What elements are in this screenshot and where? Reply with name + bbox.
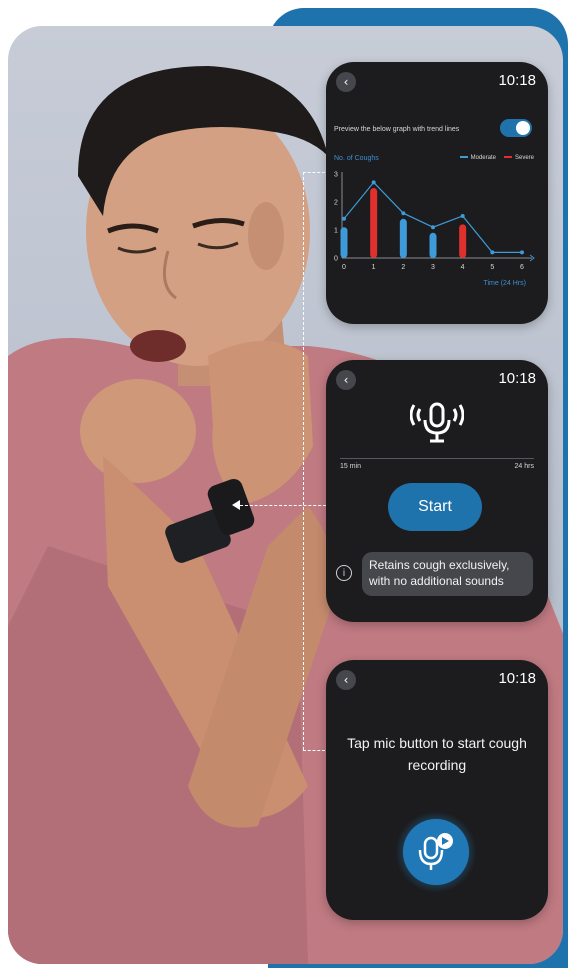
legend-severe-label: Severe xyxy=(514,155,534,161)
range-min-label: 15 min xyxy=(340,463,362,470)
y-tick-label: 1 xyxy=(334,228,338,235)
clock-time: 10:18 xyxy=(498,72,536,89)
duration-range-track[interactable] xyxy=(340,458,534,459)
legend-moderate: Moderate xyxy=(459,155,496,161)
chevron-left-icon: ‹ xyxy=(343,75,349,89)
range-max-label: 24 hrs xyxy=(514,463,534,470)
y-tick-label: 2 xyxy=(334,200,338,207)
info-icon: i xyxy=(336,565,352,581)
clock-time: 10:18 xyxy=(498,370,536,387)
trend-point xyxy=(371,180,376,185)
bar-moderate xyxy=(399,218,407,258)
x-tick-label: 2 xyxy=(401,264,405,271)
y-tick-label: 3 xyxy=(334,172,338,179)
arrow-to-watch-icon xyxy=(232,500,240,510)
connector-top xyxy=(303,172,325,173)
chevron-left-icon: ‹ xyxy=(343,373,349,387)
chart-legend: Moderate Severe xyxy=(459,155,534,161)
mic-waves-icon xyxy=(410,402,464,443)
watch-screen-start: ‹ 10:18 15 min 24 hrs Start i Retains co… xyxy=(326,360,548,622)
record-instruction: Tap mic button to start cough recording xyxy=(347,735,527,773)
back-button[interactable]: ‹ xyxy=(336,670,356,690)
legend-severe: Severe xyxy=(503,155,534,161)
trend-point xyxy=(460,214,465,218)
chevron-left-icon: ‹ xyxy=(343,673,349,687)
cough-chart: 0 1 2 3 0 1 2 3 4 5 6 Time (24 Hrs) xyxy=(334,172,535,287)
x-tick-label: 4 xyxy=(461,264,465,271)
bar-moderate xyxy=(429,232,437,258)
x-tick-label: 0 xyxy=(342,264,346,271)
bar-severe xyxy=(459,224,467,258)
mic-play-icon xyxy=(418,833,453,870)
connector-to-watch xyxy=(240,505,326,506)
bar-moderate xyxy=(340,227,348,258)
chart-title: No. of Coughs xyxy=(334,155,379,162)
legend-moderate-label: Moderate xyxy=(470,155,496,161)
connector-vertical xyxy=(303,172,304,750)
mic-record-button[interactable] xyxy=(403,819,469,885)
trend-point xyxy=(490,250,495,255)
x-tick-label: 1 xyxy=(372,264,376,271)
watch-screen-graph: ‹ 10:18 Preview the below graph with tre… xyxy=(326,62,548,324)
trend-toggle-label: Preview the below graph with trend lines xyxy=(334,126,460,133)
connector-bottom xyxy=(303,750,325,751)
x-tick-label: 3 xyxy=(431,264,435,271)
start-button[interactable]: Start xyxy=(388,483,482,531)
y-tick-label: 0 xyxy=(334,256,338,263)
clock-time: 10:18 xyxy=(498,670,536,687)
x-tick-label: 6 xyxy=(520,264,524,271)
trend-toggle-switch[interactable] xyxy=(500,119,532,137)
trend-toggle-row: Preview the below graph with trend lines xyxy=(334,119,540,137)
watch-screen-record: ‹ 10:18 Tap mic button to start cough re… xyxy=(326,660,548,920)
trend-point xyxy=(431,225,435,230)
trend-point xyxy=(520,250,524,255)
x-tick-label: 5 xyxy=(490,264,494,271)
trend-point xyxy=(401,211,406,216)
back-button[interactable]: ‹ xyxy=(336,370,356,390)
trend-point xyxy=(342,216,346,221)
back-button[interactable]: ‹ xyxy=(336,72,356,92)
x-axis-label: Time (24 Hrs) xyxy=(483,280,526,287)
info-message: Retains cough exclusively, with no addit… xyxy=(362,552,533,596)
bar-severe xyxy=(370,188,378,258)
